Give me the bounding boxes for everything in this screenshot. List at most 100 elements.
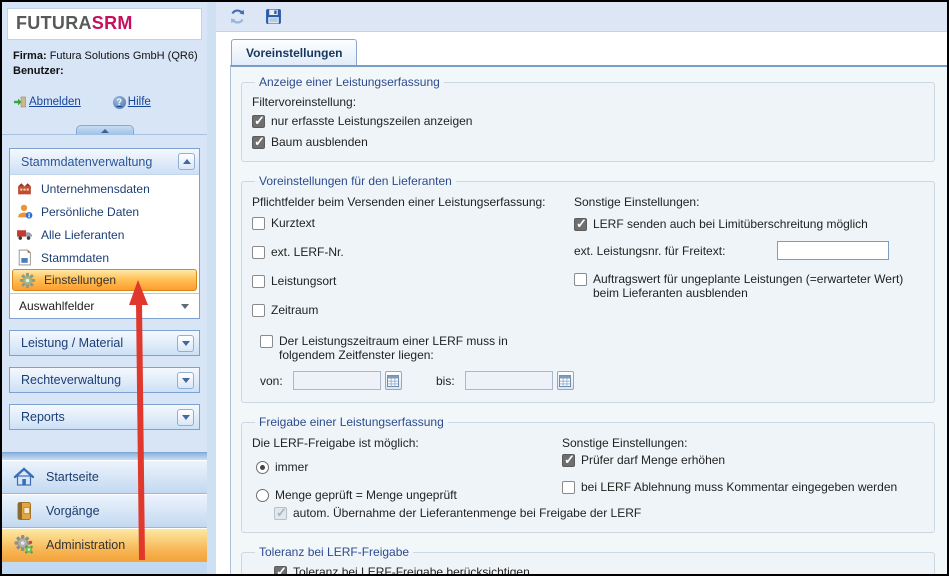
section-expand-button[interactable] (177, 372, 194, 389)
nav-label: Vorgänge (46, 504, 100, 518)
checkbox-autom-uebernahme (274, 507, 287, 520)
menu-header-label: Stammdatenverwaltung (21, 155, 152, 169)
von-date-input (293, 371, 381, 390)
brand-logo: FUTURASRM (7, 8, 202, 40)
calendar-icon (559, 375, 571, 387)
checkbox-toleranz[interactable] (274, 566, 287, 574)
settings-content: Anzeige einer Leistungserfassung Filterv… (230, 65, 947, 574)
radio-label: immer (275, 460, 308, 474)
checkbox-zeitraum[interactable] (252, 304, 265, 317)
chevron-down-icon (182, 378, 190, 383)
nav-item-startseite[interactable]: Startseite (2, 460, 207, 494)
nav-separator (2, 452, 207, 460)
sidebar-item-persoenliche-daten[interactable]: Persönliche Daten (10, 200, 199, 223)
bis-calendar-button[interactable] (557, 371, 574, 390)
checkbox-zeitfenster[interactable] (260, 335, 273, 348)
section-legend: Toleranz bei LERF-Freigabe (255, 545, 413, 559)
tab-label: Voreinstellungen (246, 46, 342, 60)
sidebar-splitter[interactable] (207, 2, 216, 574)
sidebar-item-auswahlfelder[interactable]: Auswahlfelder (10, 293, 199, 318)
sidebar-item-einstellungen[interactable]: Einstellungen (12, 269, 197, 291)
checkbox-lerf-ablehnung-kommentar[interactable] (562, 481, 575, 494)
save-button[interactable] (263, 7, 283, 27)
section-legend: Anzeige einer Leistungserfassung (255, 75, 444, 89)
checkbox-label: Leistungsort (271, 274, 336, 288)
section-label: Reports (21, 410, 65, 424)
collapse-handle[interactable] (76, 125, 134, 135)
chevron-up-icon (183, 159, 191, 164)
menu-item-label: Stammdaten (41, 251, 109, 265)
nav-filler (2, 562, 207, 574)
sonstige-heading: Sonstige Einstellungen: (574, 195, 924, 209)
chevron-down-icon (181, 304, 189, 309)
menu-item-label: Unternehmensdaten (41, 182, 150, 196)
section-label: Leistung / Material (21, 336, 123, 350)
sidebar-item-stammdaten[interactable]: Stammdaten (10, 246, 199, 269)
logout-label: Abmelden (29, 96, 81, 108)
checkbox-ext-lerf-nr[interactable] (252, 246, 265, 259)
section-legend: Voreinstellungen für den Lieferanten (255, 174, 456, 188)
checkbox-label: bei LERF Ablehnung muss Kommentar eingeg… (581, 480, 897, 494)
checkbox-pruefer-menge[interactable] (562, 454, 575, 467)
help-link[interactable]: Hilfe (113, 95, 151, 109)
freitext-input[interactable] (777, 241, 889, 260)
checkbox-label: Toleranz bei LERF-Freigabe berücksichtig… (293, 565, 530, 574)
section-expand-button[interactable] (177, 335, 194, 352)
checkbox-leistungsort[interactable] (252, 275, 265, 288)
von-calendar-button[interactable] (385, 371, 402, 390)
menu-header-stammdatenverwaltung[interactable]: Stammdatenverwaltung (10, 149, 199, 175)
nav-item-administration[interactable]: Administration (2, 528, 207, 562)
logout-link[interactable]: Abmelden (13, 95, 81, 109)
refresh-button[interactable] (227, 7, 247, 27)
tab-bar: Voreinstellungen (216, 32, 947, 65)
truck-icon (16, 226, 33, 243)
checkbox-auftragswert[interactable] (574, 273, 587, 286)
section-legend: Freigabe einer Leistungserfassung (255, 415, 448, 429)
refresh-icon (229, 8, 246, 25)
pflichtfelder-heading: Pflichtfelder beim Versenden einer Leist… (252, 195, 574, 209)
nav-label: Startseite (46, 470, 99, 484)
section-label: Rechteverwaltung (21, 373, 121, 387)
section-freigabe: Freigabe einer Leistungserfassung Die LE… (241, 415, 935, 533)
bis-date-input (465, 371, 553, 390)
top-panel-collapse-strip (2, 122, 207, 135)
chevron-down-icon (182, 341, 190, 346)
checkbox-lerf-senden-limit[interactable] (574, 218, 587, 231)
radio-immer[interactable] (256, 461, 269, 474)
collapse-up-icon (101, 129, 109, 133)
company-label: Firma: (13, 50, 47, 62)
freigabe-heading: Die LERF-Freigabe ist möglich: (252, 436, 562, 450)
tab-voreinstellungen[interactable]: Voreinstellungen (231, 39, 357, 65)
menu-collapse-button[interactable] (178, 153, 195, 170)
checkbox-label: Kurztext (271, 216, 315, 230)
radio-menge-geprueft[interactable] (256, 489, 269, 502)
sidebar-section-leistung-material[interactable]: Leistung / Material (9, 330, 200, 356)
brand-srm: SRM (92, 13, 133, 33)
sidebar-item-unternehmensdaten[interactable]: Unternehmensdaten (10, 177, 199, 200)
binder-icon (13, 500, 35, 522)
menu-item-label: Persönliche Daten (41, 205, 139, 219)
checkbox-label: ext. LERF-Nr. (271, 245, 344, 259)
checkbox-nur-erfasste[interactable] (252, 115, 265, 128)
section-anzeige: Anzeige einer Leistungserfassung Filterv… (241, 75, 935, 162)
bottom-nav: Startseite Vorgänge Administration (2, 452, 207, 574)
user-label: Benutzer: (13, 65, 64, 77)
section-lieferanten: Voreinstellungen für den Lieferanten Pfl… (241, 174, 935, 403)
nav-item-vorgaenge[interactable]: Vorgänge (2, 494, 207, 528)
checkbox-baum-ausblenden[interactable] (252, 136, 265, 149)
home-icon (13, 466, 35, 488)
checkbox-kurztext[interactable] (252, 217, 265, 230)
sidebar-section-reports[interactable]: Reports (9, 404, 200, 430)
sidebar-section-rechteverwaltung[interactable]: Rechteverwaltung (9, 367, 200, 393)
document-icon (16, 249, 33, 266)
save-icon (265, 8, 282, 25)
sidebar-item-alle-lieferanten[interactable]: Alle Lieferanten (10, 223, 199, 246)
section-expand-button[interactable] (177, 409, 194, 426)
checkbox-label: Der Leistungszeitraum einer LERF muss in… (279, 334, 529, 362)
checkbox-label: Baum ausblenden (271, 135, 368, 149)
menu-item-label: Alle Lieferanten (41, 228, 124, 242)
menu-footer-label: Auswahlfelder (19, 299, 94, 313)
checkbox-label: nur erfasste Leistungszeilen anzeigen (271, 114, 472, 128)
menu-item-label: Einstellungen (44, 273, 116, 287)
brand-futura: FUTURA (16, 13, 92, 33)
